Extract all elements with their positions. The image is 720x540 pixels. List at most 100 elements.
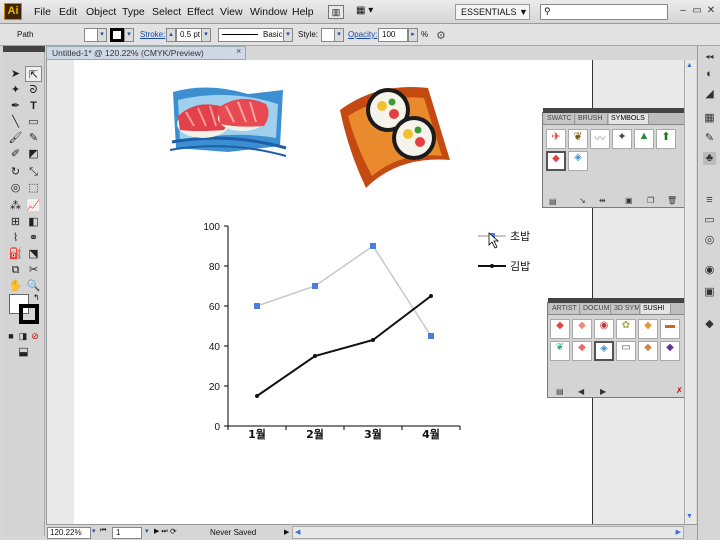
brush-definition[interactable]: Basic [218,28,284,42]
sushi-symbol[interactable]: ◆ [660,341,680,361]
color-mode-icon[interactable]: ■ [5,328,17,344]
collapse-dock-icon[interactable]: ◂◂ [703,50,716,63]
no-symbol-icon[interactable]: ✗ [676,386,683,395]
menu-object[interactable]: Object [86,6,116,18]
sushi-symbol[interactable]: ◉ [594,319,614,339]
sushi-symbol-selected[interactable]: ◈ [594,341,614,361]
horizontal-scrollbar[interactable]: ◀ ▶ [292,526,684,539]
sushi-symbol[interactable]: ▬ [660,319,680,339]
graphic-style[interactable] [321,28,335,42]
symbol-nigiri[interactable]: ◈ [568,151,588,171]
sushi-symbol[interactable]: ✿ [616,319,636,339]
next-artboard-icon[interactable]: ▶ ⏭ [154,527,168,536]
zoom-tool-icon[interactable]: 🔍 [25,278,42,294]
menu-effect[interactable]: Effect [187,6,214,18]
tab-artistic[interactable]: ARTIST [550,304,580,314]
break-link-icon[interactable]: ⇹ [599,196,606,205]
eyedropper-tool-icon[interactable]: ⌇ [7,230,24,246]
stroke-color-dropdown[interactable]: ▾ [124,28,134,42]
menu-view[interactable]: View [220,6,243,18]
symbol-leaf[interactable]: ❦ [568,129,588,149]
direct-selection-tool-icon[interactable]: ⇱ [25,66,42,82]
search-input[interactable]: ⚲ [540,4,668,20]
minimize-button[interactable]: – [676,4,690,18]
pencil-tool-icon[interactable]: ✎ [25,130,42,146]
gradient-panel-icon[interactable]: ▭ [703,214,716,227]
roll-artwork[interactable] [338,80,454,190]
previous-library-icon[interactable]: ◀ [578,387,584,396]
scroll-right-icon[interactable]: ▶ [676,528,681,536]
appearance-panel-icon[interactable]: ◉ [703,264,716,277]
vertical-scrollbar[interactable]: ▲ ▼ [684,60,696,524]
artboard-dropdown-icon[interactable]: ▾ [145,527,149,535]
sushi-symbol[interactable]: ◆ [550,319,570,339]
close-button[interactable]: ✕ [704,4,718,18]
tools-grip[interactable] [3,46,45,52]
symbol-rocket[interactable]: ✈ [546,129,566,149]
stroke-color[interactable] [110,28,124,42]
line-tool-icon[interactable]: ╲ [7,114,24,130]
scroll-down-icon[interactable]: ▼ [686,513,693,520]
style-dropdown[interactable]: ▾ [334,28,344,42]
menu-select[interactable]: Select [152,6,181,18]
warp-tool-icon[interactable]: ◎ [7,180,24,196]
first-artboard-icon[interactable]: ⏮ [100,527,106,535]
stroke-stepper[interactable]: ▴ [166,28,176,42]
gradient-mode-icon[interactable]: ◨ [17,328,29,344]
scroll-up-icon[interactable]: ▲ [686,62,693,69]
sushi-symbol[interactable]: ❦ [550,341,570,361]
swatches-panel-icon[interactable]: ▦ [703,112,716,125]
symbol-sprayer-tool-icon[interactable]: ⁂ [7,198,24,214]
menu-help[interactable]: Help [292,6,314,18]
stroke-label[interactable]: Stroke: [140,30,165,39]
status-refresh-icon[interactable]: ⟳ [170,527,177,536]
brush-dropdown[interactable]: ▾ [283,28,293,42]
fill-color[interactable] [84,28,98,42]
artboard-tool-icon[interactable]: ⧉ [7,262,24,278]
layers-panel-icon[interactable]: ◆ [703,318,716,331]
opacity-input[interactable]: 100 [378,28,408,42]
tab-symbols[interactable]: SYMBOLS [609,114,649,124]
zoom-level-input[interactable]: 120.22% [47,527,91,539]
magic-wand-tool-icon[interactable]: ✦ [7,82,24,98]
free-transform-tool-icon[interactable]: ⬚ [25,180,42,196]
opacity-dropdown[interactable]: ▸ [408,28,418,42]
opacity-label[interactable]: Opacity: [348,30,377,39]
arrange-documents-icon[interactable]: ▦ ▾ [356,5,380,19]
rectangle-tool-icon[interactable]: ▭ [25,114,42,130]
column-graph-tool-icon[interactable]: 📈 [25,198,42,214]
symbols-panel-icon[interactable]: ♣ [703,152,716,165]
color-guide-icon[interactable]: ◢ [703,88,716,101]
slice-tool-icon[interactable]: ✂ [25,262,42,278]
stroke-swatch[interactable] [19,304,39,324]
menu-window[interactable]: Window [250,6,287,18]
symbol-nigiri-selected[interactable]: ◆ [546,151,566,171]
menu-edit[interactable]: Edit [59,6,77,18]
live-paint-tool-icon[interactable]: ⛽ [7,246,24,262]
stroke-panel-icon[interactable]: ≡ [703,194,716,207]
scale-tool-icon[interactable]: ⤡ [25,164,42,180]
transparency-panel-icon[interactable]: ◎ [703,234,716,247]
sushi-symbol[interactable]: ◆ [638,341,658,361]
swap-fill-stroke-icon[interactable]: ↰ [33,293,40,302]
next-library-icon[interactable]: ▶ [600,387,606,396]
stroke-weight-dropdown[interactable]: ▾ [201,28,211,42]
none-mode-icon[interactable]: ⊘ [29,328,41,344]
blend-tool-icon[interactable]: ⚭ [25,230,42,246]
sushi-symbol[interactable]: ◆ [638,319,658,339]
zoom-dropdown-icon[interactable]: ▾ [92,527,96,535]
scroll-left-icon[interactable]: ◀ [295,528,300,536]
document-close-icon[interactable]: × [236,46,241,56]
tab-3d-symbols[interactable]: 3D SYM [612,304,640,314]
new-symbol-icon[interactable]: ❐ [647,196,654,205]
tab-documents[interactable]: DOCUM [581,304,611,314]
sushi-symbol[interactable]: ◆ [572,319,592,339]
tab-brushes[interactable]: BRUSH [576,114,608,124]
symbol-arrow[interactable]: ⬆ [656,129,676,149]
color-panel-icon[interactable]: ◐ [703,68,716,81]
sushi-symbol[interactable]: ▭ [616,341,636,361]
place-symbol-icon[interactable]: ↘ [579,196,586,205]
eraser-tool-icon[interactable]: ◩ [25,146,42,162]
symbol-libraries-icon[interactable]: ▤ [549,197,557,206]
maximize-button[interactable]: ▭ [690,4,704,18]
